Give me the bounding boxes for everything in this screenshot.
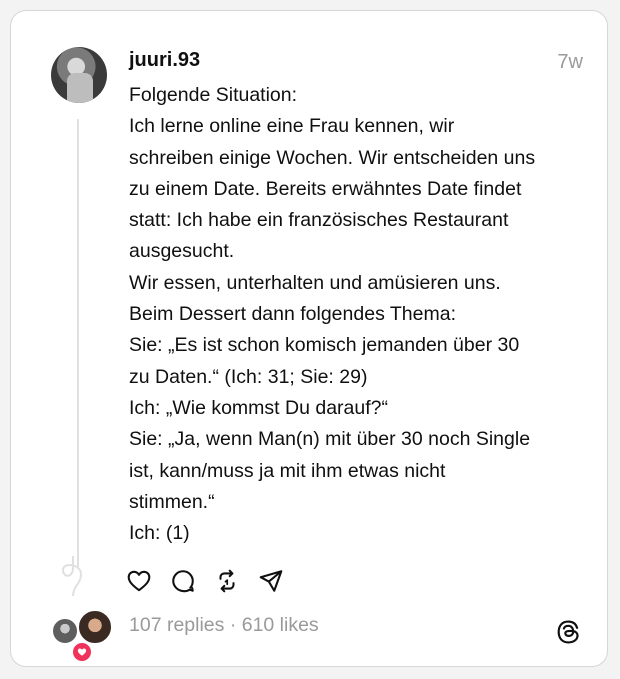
post-line: Ich lerne online eine Frau kennen, wir [129, 115, 455, 138]
repost-button[interactable] [213, 567, 241, 595]
replier-avatars [51, 609, 113, 663]
post-line: zu einem Date. Bereits erwähntes Date fi… [129, 177, 522, 200]
comment-icon [172, 570, 194, 593]
share-button[interactable] [257, 567, 285, 595]
action-bar [125, 567, 285, 595]
share-icon [259, 570, 283, 592]
post-line: Wir essen, unterhalten und amüsieren uns… [129, 271, 501, 294]
like-button[interactable] [125, 567, 153, 595]
post-line: ausgesucht. [129, 240, 235, 263]
post-line: schreiben einige Wochen. Wir entscheiden… [129, 146, 536, 169]
post-line: statt: Ich habe ein französisches Restau… [129, 209, 509, 232]
heart-icon [127, 570, 151, 592]
thread-line [77, 119, 79, 567]
post-card: juuri.93 7w Folgende Situation: Ich lern… [10, 10, 608, 667]
post-line: Ich: (1) [129, 522, 190, 545]
post-line: stimmen.“ [129, 490, 215, 513]
replier-avatar [77, 609, 113, 645]
post-stats[interactable]: 107 replies · 610 likes [129, 614, 319, 637]
post-line: Sie: „Es ist schon komisch jemanden über… [129, 334, 520, 357]
username[interactable]: juuri.93 [129, 49, 200, 72]
post-body: Folgende Situation: Ich lerne online ein… [129, 80, 599, 549]
thread-loop-icon [61, 556, 83, 596]
post-line: Sie: „Ja, wenn Man(n) mit über 30 noch S… [129, 428, 531, 451]
post-line: ist, kann/muss ja mit ihm etwas nicht [129, 459, 446, 482]
replier-avatar [51, 617, 79, 645]
post-line: Beim Dessert dann folgendes Thema: [129, 303, 456, 326]
comment-button[interactable] [169, 567, 197, 595]
post-line: zu Daten.“ (Ich: 31; Sie: 29) [129, 365, 368, 388]
like-badge-icon [71, 641, 93, 663]
avatar[interactable] [51, 47, 107, 103]
post-line: Folgende Situation: [129, 84, 298, 106]
repost-icon [219, 569, 235, 593]
post-line: Ich: „Wie kommst Du darauf?“ [129, 396, 388, 419]
threads-logo-icon [557, 620, 579, 644]
post-time: 7w [557, 51, 583, 73]
